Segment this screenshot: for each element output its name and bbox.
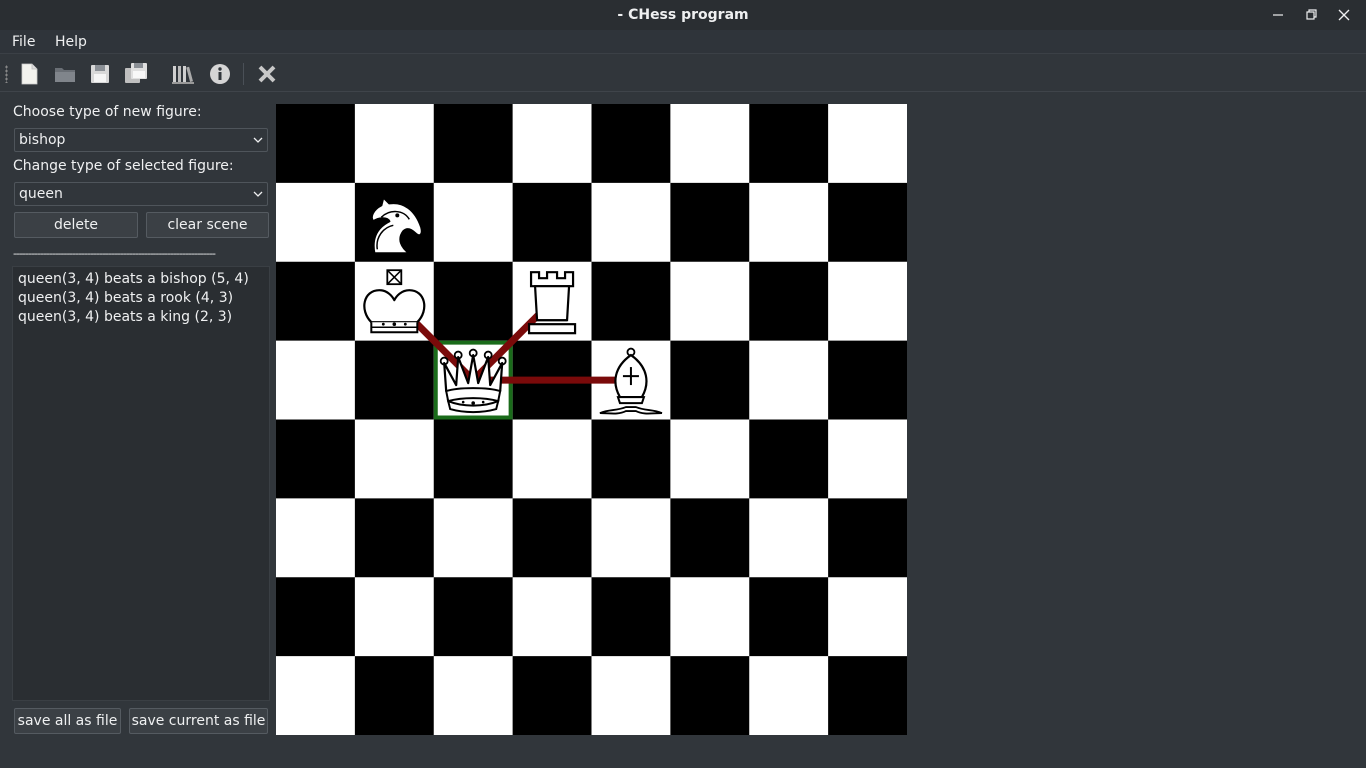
board-square[interactable] xyxy=(354,419,435,499)
board-square[interactable] xyxy=(512,104,592,184)
title-bar: - CHess program xyxy=(0,0,1366,30)
board-square[interactable] xyxy=(276,104,356,184)
board-square[interactable] xyxy=(828,656,907,735)
board-square[interactable] xyxy=(354,577,435,657)
board-square[interactable] xyxy=(512,656,592,735)
board-square[interactable] xyxy=(670,340,750,420)
list-item[interactable]: queen(3, 4) beats a rook (4, 3) xyxy=(18,290,233,306)
window-title: - CHess program xyxy=(617,7,749,23)
board-square[interactable] xyxy=(276,577,356,657)
board-square[interactable] xyxy=(591,104,671,184)
restore-icon[interactable] xyxy=(1300,4,1322,26)
board-square[interactable] xyxy=(354,498,435,578)
menu-file[interactable]: File xyxy=(12,30,35,54)
close-icon[interactable] xyxy=(254,61,280,87)
board-square[interactable] xyxy=(749,340,829,420)
board-square[interactable] xyxy=(591,577,671,657)
board-square[interactable] xyxy=(591,656,671,735)
board-square[interactable] xyxy=(591,419,671,499)
board-square[interactable] xyxy=(433,182,514,263)
menu-bar: File Help xyxy=(0,30,1366,54)
chess-board[interactable] xyxy=(276,104,907,735)
board-square[interactable] xyxy=(749,104,829,184)
board-square[interactable] xyxy=(749,182,829,263)
toolbar-grip[interactable] xyxy=(5,65,8,83)
board-square[interactable] xyxy=(276,498,356,578)
board-square[interactable] xyxy=(433,104,514,184)
save-all-icon[interactable] xyxy=(123,61,149,87)
chevron-down-icon xyxy=(253,137,263,143)
board-square[interactable] xyxy=(512,498,592,578)
board-square[interactable] xyxy=(828,577,907,657)
board-square[interactable] xyxy=(512,182,592,263)
board-square[interactable] xyxy=(828,182,907,263)
delete-button[interactable]: delete xyxy=(14,212,138,238)
rook-piece[interactable] xyxy=(527,271,577,335)
change-figure-value: queen xyxy=(19,186,63,202)
list-item[interactable]: queen(3, 4) beats a bishop (5, 4) xyxy=(18,271,249,287)
board-square[interactable] xyxy=(354,656,435,735)
change-figure-label: Change type of selected figure: xyxy=(13,158,234,174)
new-figure-label: Choose type of new figure: xyxy=(13,104,202,120)
close-window-icon[interactable] xyxy=(1333,4,1355,26)
board-square[interactable] xyxy=(591,498,671,578)
board-square[interactable] xyxy=(276,261,356,342)
clear-scene-button[interactable]: clear scene xyxy=(146,212,269,238)
board-square[interactable] xyxy=(512,419,592,499)
board-square[interactable] xyxy=(354,340,435,420)
board-square[interactable] xyxy=(670,419,750,499)
menu-help[interactable]: Help xyxy=(55,30,87,54)
board-square[interactable] xyxy=(670,182,750,263)
board-square[interactable] xyxy=(749,261,829,342)
board-square[interactable] xyxy=(670,656,750,735)
board-square[interactable] xyxy=(749,498,829,578)
board-square[interactable] xyxy=(276,340,356,420)
board-square[interactable] xyxy=(670,498,750,578)
board-square[interactable] xyxy=(276,656,356,735)
board-square[interactable] xyxy=(828,498,907,578)
board-square[interactable] xyxy=(433,577,514,657)
board-square[interactable] xyxy=(749,577,829,657)
toolbar xyxy=(0,55,1366,92)
board-square[interactable] xyxy=(670,104,750,184)
new-figure-value: bishop xyxy=(19,132,66,148)
board-square[interactable] xyxy=(749,656,829,735)
library-icon[interactable] xyxy=(170,61,196,87)
board-square[interactable] xyxy=(828,419,907,499)
board-square[interactable] xyxy=(591,182,671,263)
board-square[interactable] xyxy=(591,261,671,342)
board-square[interactable] xyxy=(433,498,514,578)
board-square[interactable] xyxy=(433,656,514,735)
board-square[interactable] xyxy=(749,419,829,499)
toolbar-separator xyxy=(243,63,244,85)
new-file-icon[interactable] xyxy=(16,61,42,87)
board-square[interactable] xyxy=(512,577,592,657)
minimize-icon[interactable] xyxy=(1267,4,1289,26)
beat-log-list[interactable]: queen(3, 4) beats a bishop (5, 4) queen(… xyxy=(12,266,270,701)
board-square[interactable] xyxy=(276,419,356,499)
board-square[interactable] xyxy=(354,104,435,184)
board-square[interactable] xyxy=(433,261,514,342)
list-item[interactable]: queen(3, 4) beats a king (2, 3) xyxy=(18,309,232,325)
open-folder-icon[interactable] xyxy=(52,61,78,87)
board-square[interactable] xyxy=(828,340,907,420)
save-all-button[interactable]: save all as file xyxy=(14,708,121,734)
board-square[interactable] xyxy=(433,419,514,499)
board-square[interactable] xyxy=(670,577,750,657)
board-square[interactable] xyxy=(276,182,356,263)
chevron-down-icon xyxy=(253,191,263,197)
separator-text: ----------------------------------------… xyxy=(13,247,216,259)
new-figure-select[interactable]: bishop xyxy=(14,128,268,152)
board-square[interactable] xyxy=(828,104,907,184)
save-icon[interactable] xyxy=(87,61,113,87)
board-square[interactable] xyxy=(828,261,907,342)
info-icon[interactable] xyxy=(207,61,233,87)
board-square[interactable] xyxy=(670,261,750,342)
change-figure-select[interactable]: queen xyxy=(14,182,268,206)
save-current-button[interactable]: save current as file xyxy=(129,708,268,734)
